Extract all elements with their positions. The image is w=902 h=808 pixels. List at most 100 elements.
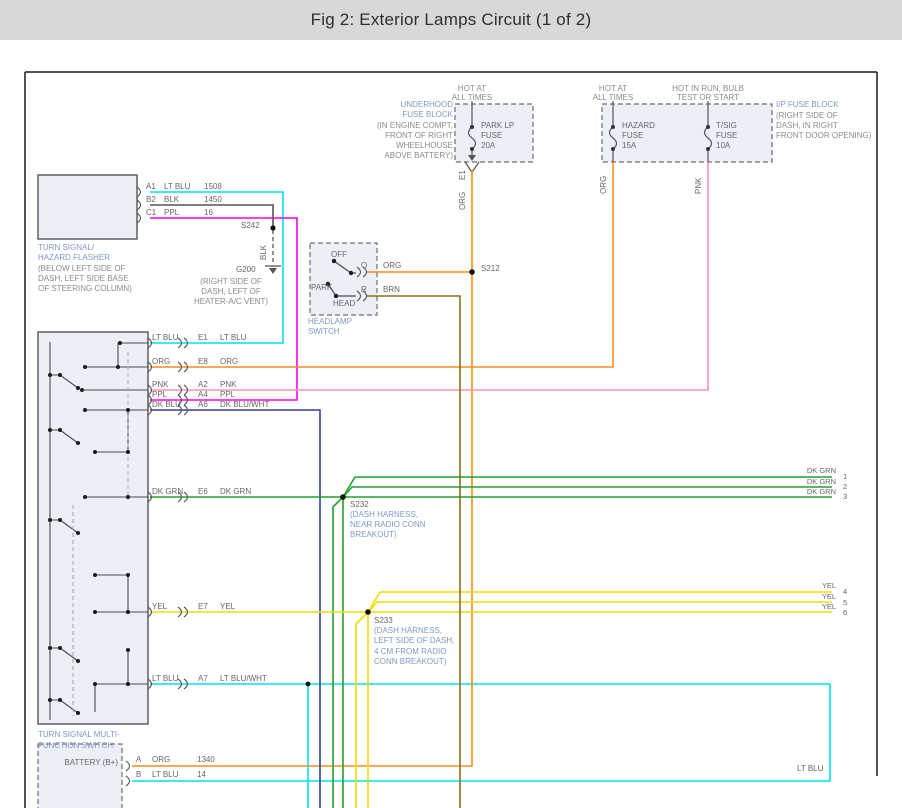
pin-label: A1 [146,182,156,191]
wire-color-label: DK BLU [152,400,181,409]
component-location: (RIGHT SIDE OF [193,277,269,286]
wire-color-label: PPL [164,208,179,217]
wire-color-label: DK BLU/WHT [220,400,269,409]
wire-number: 3 [843,492,847,501]
component-location: DASH, LEFT OF [193,287,269,296]
fuse-rating: 15A [622,141,636,150]
power-label: HOT AT [432,84,512,93]
circuit-number: 1450 [204,195,222,204]
splice-location: (DASH HARNESS, [374,626,442,635]
wire-color-label: DK GRN [807,466,836,475]
component-location: DASH, IN RIGHT [776,121,838,130]
fuse-label: PARK LP [481,121,514,130]
fuse-rating: 20A [481,141,495,150]
wire-color-label: LT BLU [220,333,246,342]
ground-label: G200 [236,265,256,274]
wire-color-label: BRN [383,285,400,294]
component-name: SWITCH [308,327,340,336]
wire-color-label: LT BLU [152,770,178,779]
wire-color-label: LT BLU [152,674,178,683]
flasher-box [38,175,137,239]
component-name: BATTERY (B+) [45,758,118,767]
splice-location: NEAR RADIO CONN [350,520,426,529]
wire-color-label: ORG [599,170,608,194]
component-name: HAZARD FLASHER [38,253,110,262]
wire-dk-grn [150,477,832,808]
wire-ppl [150,218,297,400]
component-name: FUSE BLOCK [402,110,453,119]
wire-color-label: LT BLU [797,764,823,773]
splice-label: S233 [374,616,393,625]
component-name: TURN SIGNAL/ [38,243,94,252]
wire-color-label: YEL [220,602,235,611]
splice-label: S232 [350,500,369,509]
component-location: FRONT OF RIGHT [385,131,453,140]
component-location: FRONT DOOR OPENING) [776,131,871,140]
pin-label: B2 [146,195,156,204]
circuit-number: 1340 [197,755,215,764]
pin-label: A [136,755,141,764]
power-label: HOT IN RUN, BULB [668,84,748,93]
wire-color-label: PNK [694,170,703,194]
wire-color-label: LT BLU [152,333,178,342]
ground-icon [265,266,281,274]
splice-location: CONN BREAKOUT) [374,657,446,666]
pin-label: E6 [198,487,208,496]
mf-switch-box [38,332,148,724]
wire-color-label: DK GRN [152,487,183,496]
wire-color-label: BLK [259,238,268,260]
wire-color-label: YEL [822,581,836,590]
wire-color-label: YEL [152,602,167,611]
pin-label: R [361,285,367,294]
component-location: DASH, LEFT SIDE BASE [38,274,129,283]
wire-color-label: ORG [152,755,170,764]
fuse-label: HAZARD [622,121,655,130]
splice-s212-dot [469,269,475,275]
wire-color-label: DK GRN [807,477,836,486]
pin-label: E1 [198,333,208,342]
fuse-label: FUSE [622,131,643,140]
splice-location: (DASH HARNESS, [350,510,418,519]
wire-number: 6 [843,608,847,617]
pin-label: A2 [198,380,208,389]
splice-location: 4 CM FROM RADIO [374,647,446,656]
circuit-number: 16 [204,208,213,217]
wire-pnk [150,162,708,390]
splice-s233-dot [365,609,371,615]
switch-position-label: OFF [331,250,347,259]
splice-label: S212 [481,264,500,273]
component-location: OF STEERING COLUMN) [38,284,132,293]
component-name: I/P FUSE BLOCK [776,100,839,109]
wire-color-label: PNK [220,380,236,389]
pin-label: A7 [198,674,208,683]
wire-color-label: DK GRN [807,487,836,496]
pin-label: E8 [198,357,208,366]
wire-number: 1 [843,472,847,481]
wire-number: 4 [843,587,847,596]
power-label: TEST OR START [668,93,748,102]
fuse-rating: 10A [716,141,730,150]
wiring-diagram-page: Fig 2: Exterior Lamps Circuit (1 of 2) [0,0,902,808]
component-location: (BELOW LEFT SIDE OF [38,264,125,273]
splice-s242-dot [270,225,275,230]
wire-color-label: LT BLU/WHT [220,674,267,683]
pin-label: A6 [198,400,208,409]
wire-color-label: LT BLU [164,182,190,191]
pin-label: O [361,261,367,270]
fuse-label: FUSE [481,131,502,140]
fuse-label: T/SIG [716,121,737,130]
fuse-label: FUSE [716,131,737,140]
wire-color-label: ORG [383,261,401,270]
branch-dot [306,682,311,687]
wire-color-label: PPL [152,390,167,399]
component-name: TURN SIGNAL MULTI- [38,730,120,739]
component-name: HEADLAMP [308,317,352,326]
splice-s232-dot [340,494,346,500]
wire-color-label: ORG [152,357,170,366]
wire-number: 2 [843,482,847,491]
battery-box [38,744,122,808]
splice-location: LEFT SIDE OF DASH, [374,636,454,645]
power-label: ALL TIMES [573,93,653,102]
component-name: UNDERHOOD [401,100,453,109]
circuit-number: 1508 [204,182,222,191]
